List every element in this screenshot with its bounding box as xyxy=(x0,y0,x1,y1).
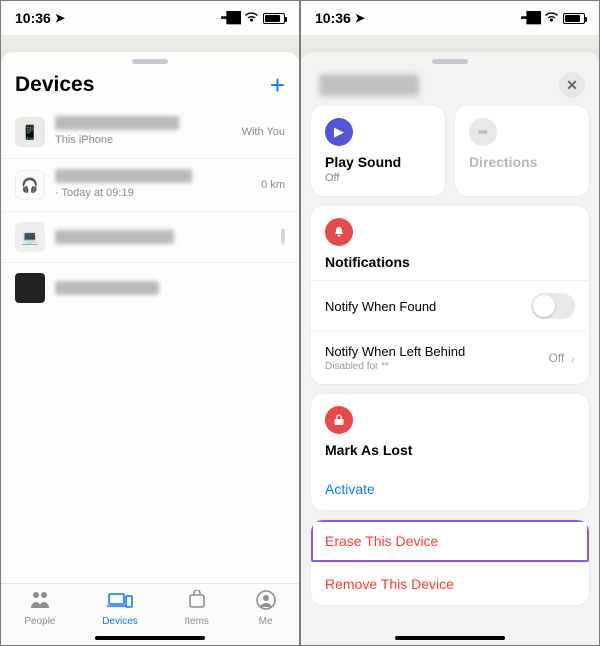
device-title-redacted xyxy=(319,74,419,96)
remove-device-button[interactable]: Remove This Device xyxy=(311,562,589,605)
notify-when-found-row[interactable]: Notify When Found xyxy=(311,280,589,331)
device-list: 📱 This iPhone With You 🎧 · Today at 09:1… xyxy=(1,106,299,583)
directions-title: Directions xyxy=(469,154,575,170)
device-row[interactable] xyxy=(1,263,299,313)
battery-icon xyxy=(263,13,285,24)
danger-section: Erase This Device Remove This Device xyxy=(311,520,589,605)
status-time: 10:36 xyxy=(15,10,51,26)
left-behind-sub: Disabled for ** xyxy=(325,361,465,372)
device-row[interactable]: 📱 This iPhone With You xyxy=(1,106,299,159)
tab-label: Items xyxy=(184,616,208,627)
tab-bar: People Devices Items Me xyxy=(1,583,299,645)
tab-label: Me xyxy=(259,616,273,627)
activate-link[interactable]: Activate xyxy=(311,468,589,510)
add-button[interactable]: + xyxy=(270,72,285,98)
status-bar: 10:36 ➤ ▪▪██ xyxy=(301,1,599,35)
notify-left-behind-row[interactable]: Notify When Left Behind Disabled for ** … xyxy=(311,331,589,384)
me-icon xyxy=(256,590,276,614)
notifications-header: Notifications xyxy=(325,254,575,270)
tab-label: Devices xyxy=(102,616,138,627)
tab-label: People xyxy=(24,616,55,627)
device-sub: · Today at 09:19 xyxy=(55,187,134,199)
tab-people[interactable]: People xyxy=(24,590,55,627)
tab-items[interactable]: Items xyxy=(184,590,208,627)
mark-as-lost-section: Mark As Lost Activate xyxy=(311,394,589,510)
iphone-icon: 📱 xyxy=(15,117,45,147)
ipad-icon xyxy=(15,273,45,303)
left-behind-value: Off xyxy=(549,351,565,365)
left-behind-label: Notify When Left Behind xyxy=(325,344,465,359)
notify-found-label: Notify When Found xyxy=(325,299,436,314)
device-name-redacted xyxy=(55,169,192,183)
tab-me[interactable]: Me xyxy=(256,590,276,627)
directions-icon: ➦ xyxy=(469,118,497,146)
play-sound-sub: Off xyxy=(325,172,431,184)
device-detail-sheet: ✕ ▶ Play Sound Off ➦ Directions xyxy=(301,52,599,645)
home-indicator[interactable] xyxy=(395,636,505,640)
people-icon xyxy=(29,590,51,614)
close-button[interactable]: ✕ xyxy=(559,72,585,98)
notifications-section: Notifications Notify When Found Notify W… xyxy=(311,206,589,384)
wifi-icon xyxy=(244,11,259,26)
sheet-grabber[interactable] xyxy=(432,59,468,64)
sheet-title: Devices xyxy=(15,73,94,97)
device-trailing: With You xyxy=(242,126,285,138)
play-sound-title: Play Sound xyxy=(325,154,431,170)
battery-icon xyxy=(563,13,585,24)
lock-icon xyxy=(325,406,353,434)
loading-spinner xyxy=(281,231,285,243)
device-name-redacted xyxy=(55,116,179,130)
devices-icon xyxy=(107,590,133,614)
device-row[interactable]: 💻 xyxy=(1,212,299,263)
sheet-grabber[interactable] xyxy=(132,59,168,64)
device-name-redacted xyxy=(55,281,159,295)
phone-left-screen: 10:36 ➤ ▪▪██ Devices + 📱 This iPhone Wi xyxy=(0,0,300,646)
phone-right-screen: 10:36 ➤ ▪▪██ ✕ ▶ Play Sound Off xyxy=(300,0,600,646)
wifi-icon xyxy=(544,11,559,26)
play-sound-card[interactable]: ▶ Play Sound Off xyxy=(311,106,445,196)
devices-sheet: Devices + 📱 This iPhone With You 🎧 · Tod… xyxy=(1,52,299,645)
chevron-right-icon: › xyxy=(570,350,575,366)
airpods-icon: 🎧 xyxy=(15,170,45,200)
signal-icon: ▪▪██ xyxy=(521,12,540,24)
tab-devices[interactable]: Devices xyxy=(102,590,138,627)
device-trailing: 0 km xyxy=(261,179,285,191)
bell-icon xyxy=(325,218,353,246)
device-row[interactable]: 🎧 · Today at 09:19 0 km xyxy=(1,159,299,212)
signal-icon: ▪▪██ xyxy=(221,12,240,24)
device-sub: This iPhone xyxy=(55,134,113,146)
notify-found-switch[interactable] xyxy=(531,293,575,319)
location-icon: ➤ xyxy=(55,11,65,25)
macbook-icon: 💻 xyxy=(15,222,45,252)
status-bar: 10:36 ➤ ▪▪██ xyxy=(1,1,299,35)
home-indicator[interactable] xyxy=(95,636,205,640)
mark-lost-header: Mark As Lost xyxy=(325,442,575,458)
erase-device-button[interactable]: Erase This Device xyxy=(311,520,589,562)
directions-card[interactable]: ➦ Directions xyxy=(455,106,589,196)
items-icon xyxy=(187,590,207,614)
play-icon: ▶ xyxy=(325,118,353,146)
location-icon: ➤ xyxy=(355,11,365,25)
device-name-redacted xyxy=(55,230,174,244)
status-time: 10:36 xyxy=(315,10,351,26)
